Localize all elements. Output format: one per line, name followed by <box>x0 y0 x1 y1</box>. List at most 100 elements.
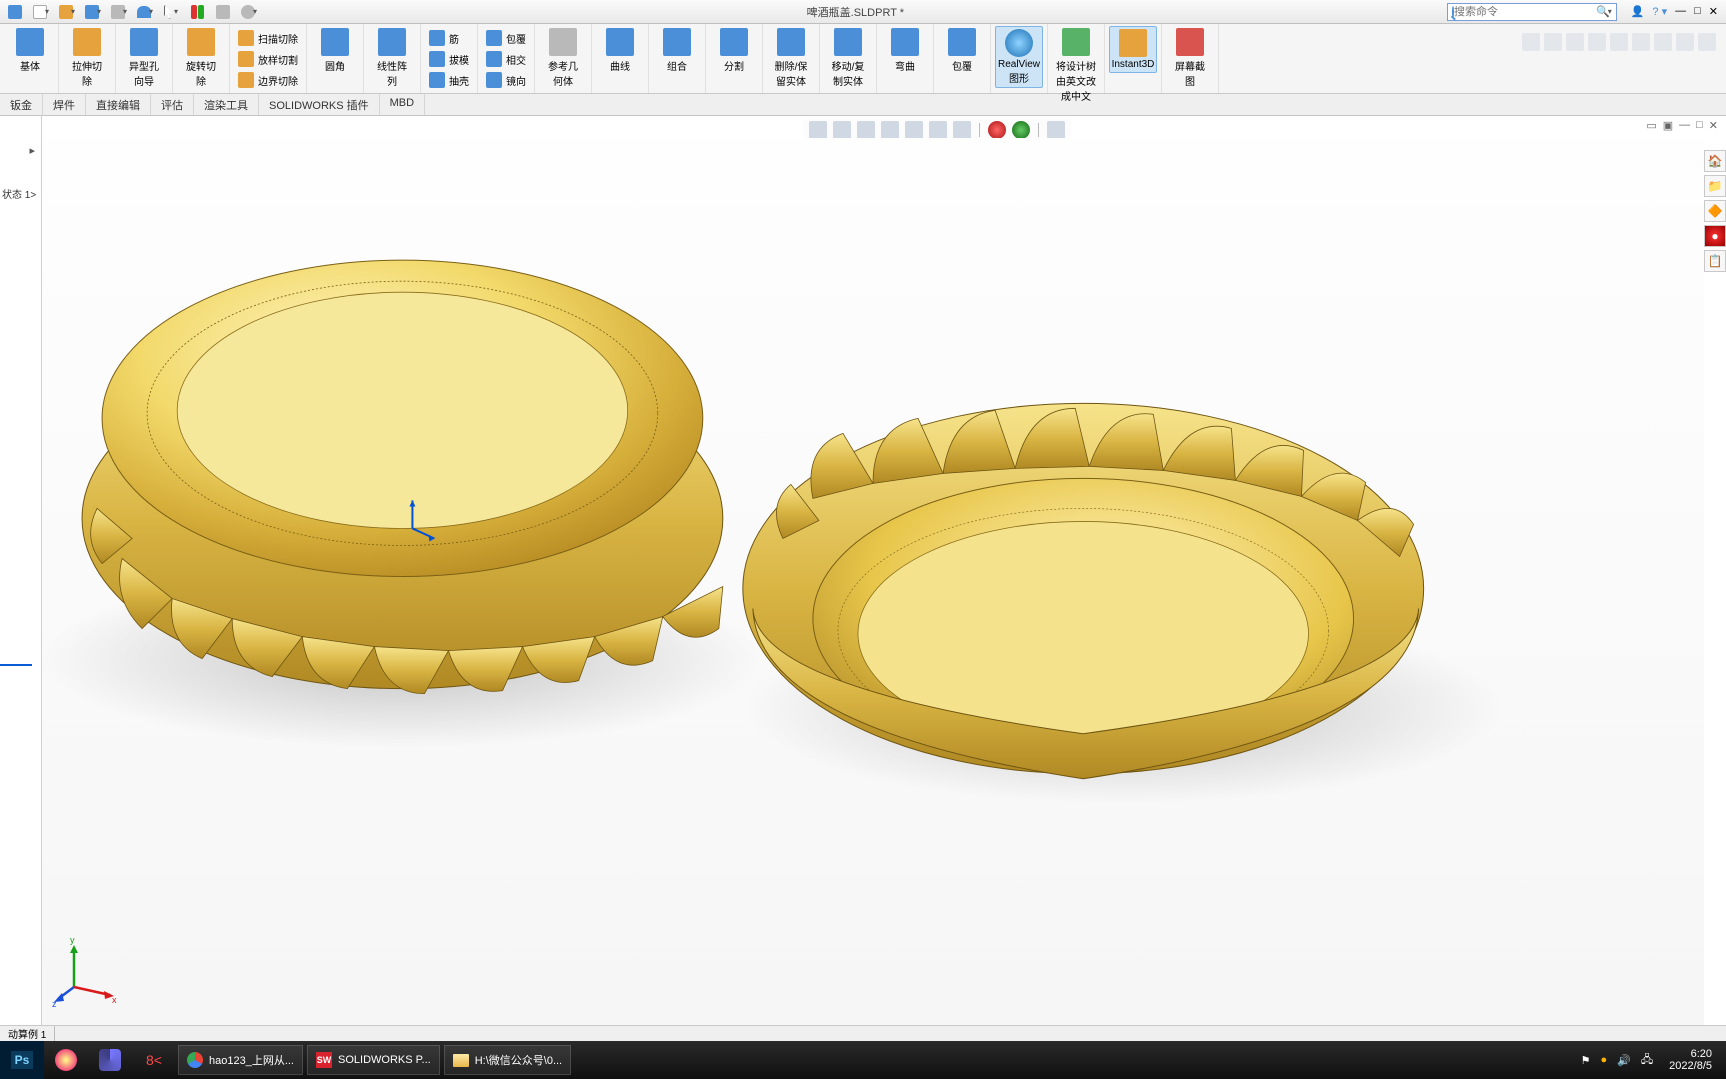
tab-sheetmetal[interactable]: 钣金 <box>0 94 43 115</box>
zoom-fit-icon[interactable] <box>809 121 827 139</box>
edit-appearance-icon[interactable] <box>988 121 1006 139</box>
translate-tree-button[interactable]: 将设计树 由英文改 成中文 <box>1052 26 1100 105</box>
zoom-area-icon[interactable] <box>833 121 851 139</box>
taskbar-app-icon[interactable]: 8< <box>132 1041 176 1079</box>
taskbar-task[interactable]: hao123_上网从... <box>178 1045 303 1075</box>
svg-text:y: y <box>70 937 75 945</box>
combine-button[interactable]: 组合 <box>653 26 701 75</box>
ctx-icon[interactable] <box>1566 33 1584 51</box>
taskbar-clock[interactable]: 6:20 2022/8/5 <box>1663 1048 1718 1072</box>
rebuild-icon[interactable] <box>186 2 208 22</box>
ctx-icon[interactable] <box>1610 33 1628 51</box>
vp-tile-icon[interactable]: ▭ <box>1646 119 1656 132</box>
ctx-icon[interactable] <box>1588 33 1606 51</box>
taskpane-properties-icon[interactable]: 📋 <box>1704 250 1726 272</box>
move-copy-body-button[interactable]: 移动/复 制实体 <box>824 26 872 90</box>
wrap-button[interactable]: 包覆 <box>484 28 528 48</box>
help-icon[interactable]: ? ▾ <box>1652 5 1667 18</box>
vp-minimize-icon[interactable]: — <box>1679 119 1690 132</box>
tray-network-icon[interactable]: 🖧 <box>1641 1051 1653 1070</box>
screenshot-button[interactable]: 屏幕截 图 <box>1166 26 1214 90</box>
command-manager-tabs: 钣金 焊件 直接编辑 评估 渲染工具 SOLIDWORKS 插件 MBD <box>0 94 1726 116</box>
ctx-icon[interactable] <box>1544 33 1562 51</box>
vp-maximize-icon[interactable]: □ <box>1696 119 1703 132</box>
taskbar-app-icon[interactable] <box>88 1041 132 1079</box>
close-icon[interactable]: ✕ <box>1709 5 1718 18</box>
command-search[interactable]: 🔍▾ <box>1447 3 1617 21</box>
graphics-viewport[interactable]: y x z <box>42 138 1704 1025</box>
tab-direct-edit[interactable]: 直接编辑 <box>86 94 151 115</box>
ctx-icon[interactable] <box>1654 33 1672 51</box>
quick-access-toolbar: ▾ ▾ ▾ ▾ ▾ ▾ ▾ <box>0 2 264 22</box>
tab-mbd[interactable]: MBD <box>380 94 425 115</box>
indent-button[interactable]: 包覆 <box>938 26 986 75</box>
tab-render-tools[interactable]: 渲染工具 <box>194 94 259 115</box>
tab-weldments[interactable]: 焊件 <box>43 94 86 115</box>
split-button[interactable]: 分割 <box>710 26 758 75</box>
rollback-bar[interactable] <box>0 664 32 666</box>
reference-geometry-button[interactable]: 参考几 何体 <box>539 26 587 90</box>
panel-expand-icon[interactable]: ▸ <box>29 144 35 157</box>
hide-show-icon[interactable] <box>953 121 971 139</box>
minimize-icon[interactable]: — <box>1675 5 1686 18</box>
shell-button[interactable]: 抽壳 <box>427 70 471 90</box>
flex-button[interactable]: 弯曲 <box>881 26 929 75</box>
taskpane-appearances-icon[interactable]: ● <box>1704 225 1726 247</box>
tab-sw-addins[interactable]: SOLIDWORKS 插件 <box>259 94 380 115</box>
curves-button[interactable]: 曲线 <box>596 26 644 75</box>
taskbar-ps-icon[interactable]: Ps <box>0 1041 44 1079</box>
display-style-icon[interactable] <box>929 121 947 139</box>
taskbar-task[interactable]: H:\微信公众号\0... <box>444 1045 571 1075</box>
loft-cut-button[interactable]: 放样切割 <box>236 49 300 69</box>
swept-cut-button[interactable]: 扫描切除 <box>236 28 300 48</box>
tray-icon[interactable]: ⚑ <box>1581 1054 1591 1067</box>
instant3d-toggle[interactable]: Instant3D <box>1109 26 1157 73</box>
search-input[interactable] <box>1454 6 1596 18</box>
revolve-cut-button[interactable]: 旋转切 除 <box>177 26 225 90</box>
apply-scene-icon[interactable] <box>1012 121 1030 139</box>
settings-icon[interactable]: ▾ <box>238 2 260 22</box>
tray-volume-icon[interactable]: 🔊 <box>1617 1054 1631 1067</box>
new-icon[interactable]: ▾ <box>30 2 52 22</box>
fillet-button[interactable]: 圆角 <box>311 26 359 75</box>
ctx-icon[interactable] <box>1676 33 1694 51</box>
tray-icon[interactable]: ● <box>1601 1054 1608 1066</box>
realview-toggle[interactable]: RealView 图形 <box>995 26 1043 88</box>
mirror-button[interactable]: 镜向 <box>484 70 528 90</box>
taskbar-task[interactable]: SWSOLIDWORKS P... <box>307 1045 440 1075</box>
draft-button[interactable]: 拔模 <box>427 49 471 69</box>
taskpane-home-icon[interactable]: 🏠 <box>1704 150 1726 172</box>
view-settings-icon[interactable] <box>1047 121 1065 139</box>
user-icon[interactable]: 👤 <box>1631 5 1645 18</box>
motion-study-tab[interactable]: 动算例 1 <box>0 1026 55 1041</box>
view-orientation-triad[interactable]: y x z <box>52 937 122 1007</box>
ctx-icon[interactable] <box>1632 33 1650 51</box>
cut-extrude-button[interactable]: 拉伸切 除 <box>63 26 111 90</box>
select-icon[interactable]: ▾ <box>160 2 182 22</box>
tab-evaluate[interactable]: 评估 <box>151 94 194 115</box>
taskpane-resources-icon[interactable]: 📁 <box>1704 175 1726 197</box>
vp-close-icon[interactable]: ✕ <box>1709 119 1718 132</box>
save-icon[interactable]: ▾ <box>82 2 104 22</box>
options-icon[interactable] <box>212 2 234 22</box>
hole-wizard-button[interactable]: 异型孔 向导 <box>120 26 168 90</box>
ctx-icon[interactable] <box>1698 33 1716 51</box>
boundary-cut-button[interactable]: 边界切除 <box>236 70 300 90</box>
intersect-button[interactable]: 相交 <box>484 49 528 69</box>
home-icon[interactable] <box>4 2 26 22</box>
vp-cascade-icon[interactable]: ▣ <box>1663 119 1673 132</box>
feature-base[interactable]: 基体 <box>6 26 54 75</box>
ctx-icon[interactable] <box>1522 33 1540 51</box>
linear-pattern-button[interactable]: 线性阵 列 <box>368 26 416 90</box>
view-orientation-icon[interactable] <box>905 121 923 139</box>
taskpane-views-icon[interactable]: 🔶 <box>1704 200 1726 222</box>
delete-keep-body-button[interactable]: 删除/保 留实体 <box>767 26 815 90</box>
rib-button[interactable]: 筋 <box>427 28 471 48</box>
section-view-icon[interactable] <box>881 121 899 139</box>
undo-icon[interactable]: ▾ <box>134 2 156 22</box>
print-icon[interactable]: ▾ <box>108 2 130 22</box>
previous-view-icon[interactable] <box>857 121 875 139</box>
open-icon[interactable]: ▾ <box>56 2 78 22</box>
maximize-icon[interactable]: □ <box>1694 5 1701 18</box>
taskbar-app-icon[interactable] <box>44 1041 88 1079</box>
